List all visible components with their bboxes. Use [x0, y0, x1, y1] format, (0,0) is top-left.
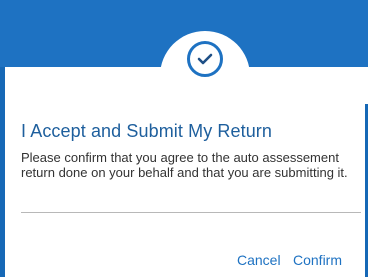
divider: [21, 212, 361, 213]
screen: I Accept and Submit My Return Please con…: [0, 0, 368, 277]
cancel-button[interactable]: Cancel: [237, 252, 281, 268]
check-icon: [187, 41, 223, 77]
dialog-message: Please confirm that you agree to the aut…: [21, 150, 348, 180]
dialog-title: I Accept and Submit My Return: [21, 121, 273, 141]
check-icon-glyph: [197, 53, 213, 65]
confirm-button[interactable]: Confirm: [293, 252, 342, 268]
